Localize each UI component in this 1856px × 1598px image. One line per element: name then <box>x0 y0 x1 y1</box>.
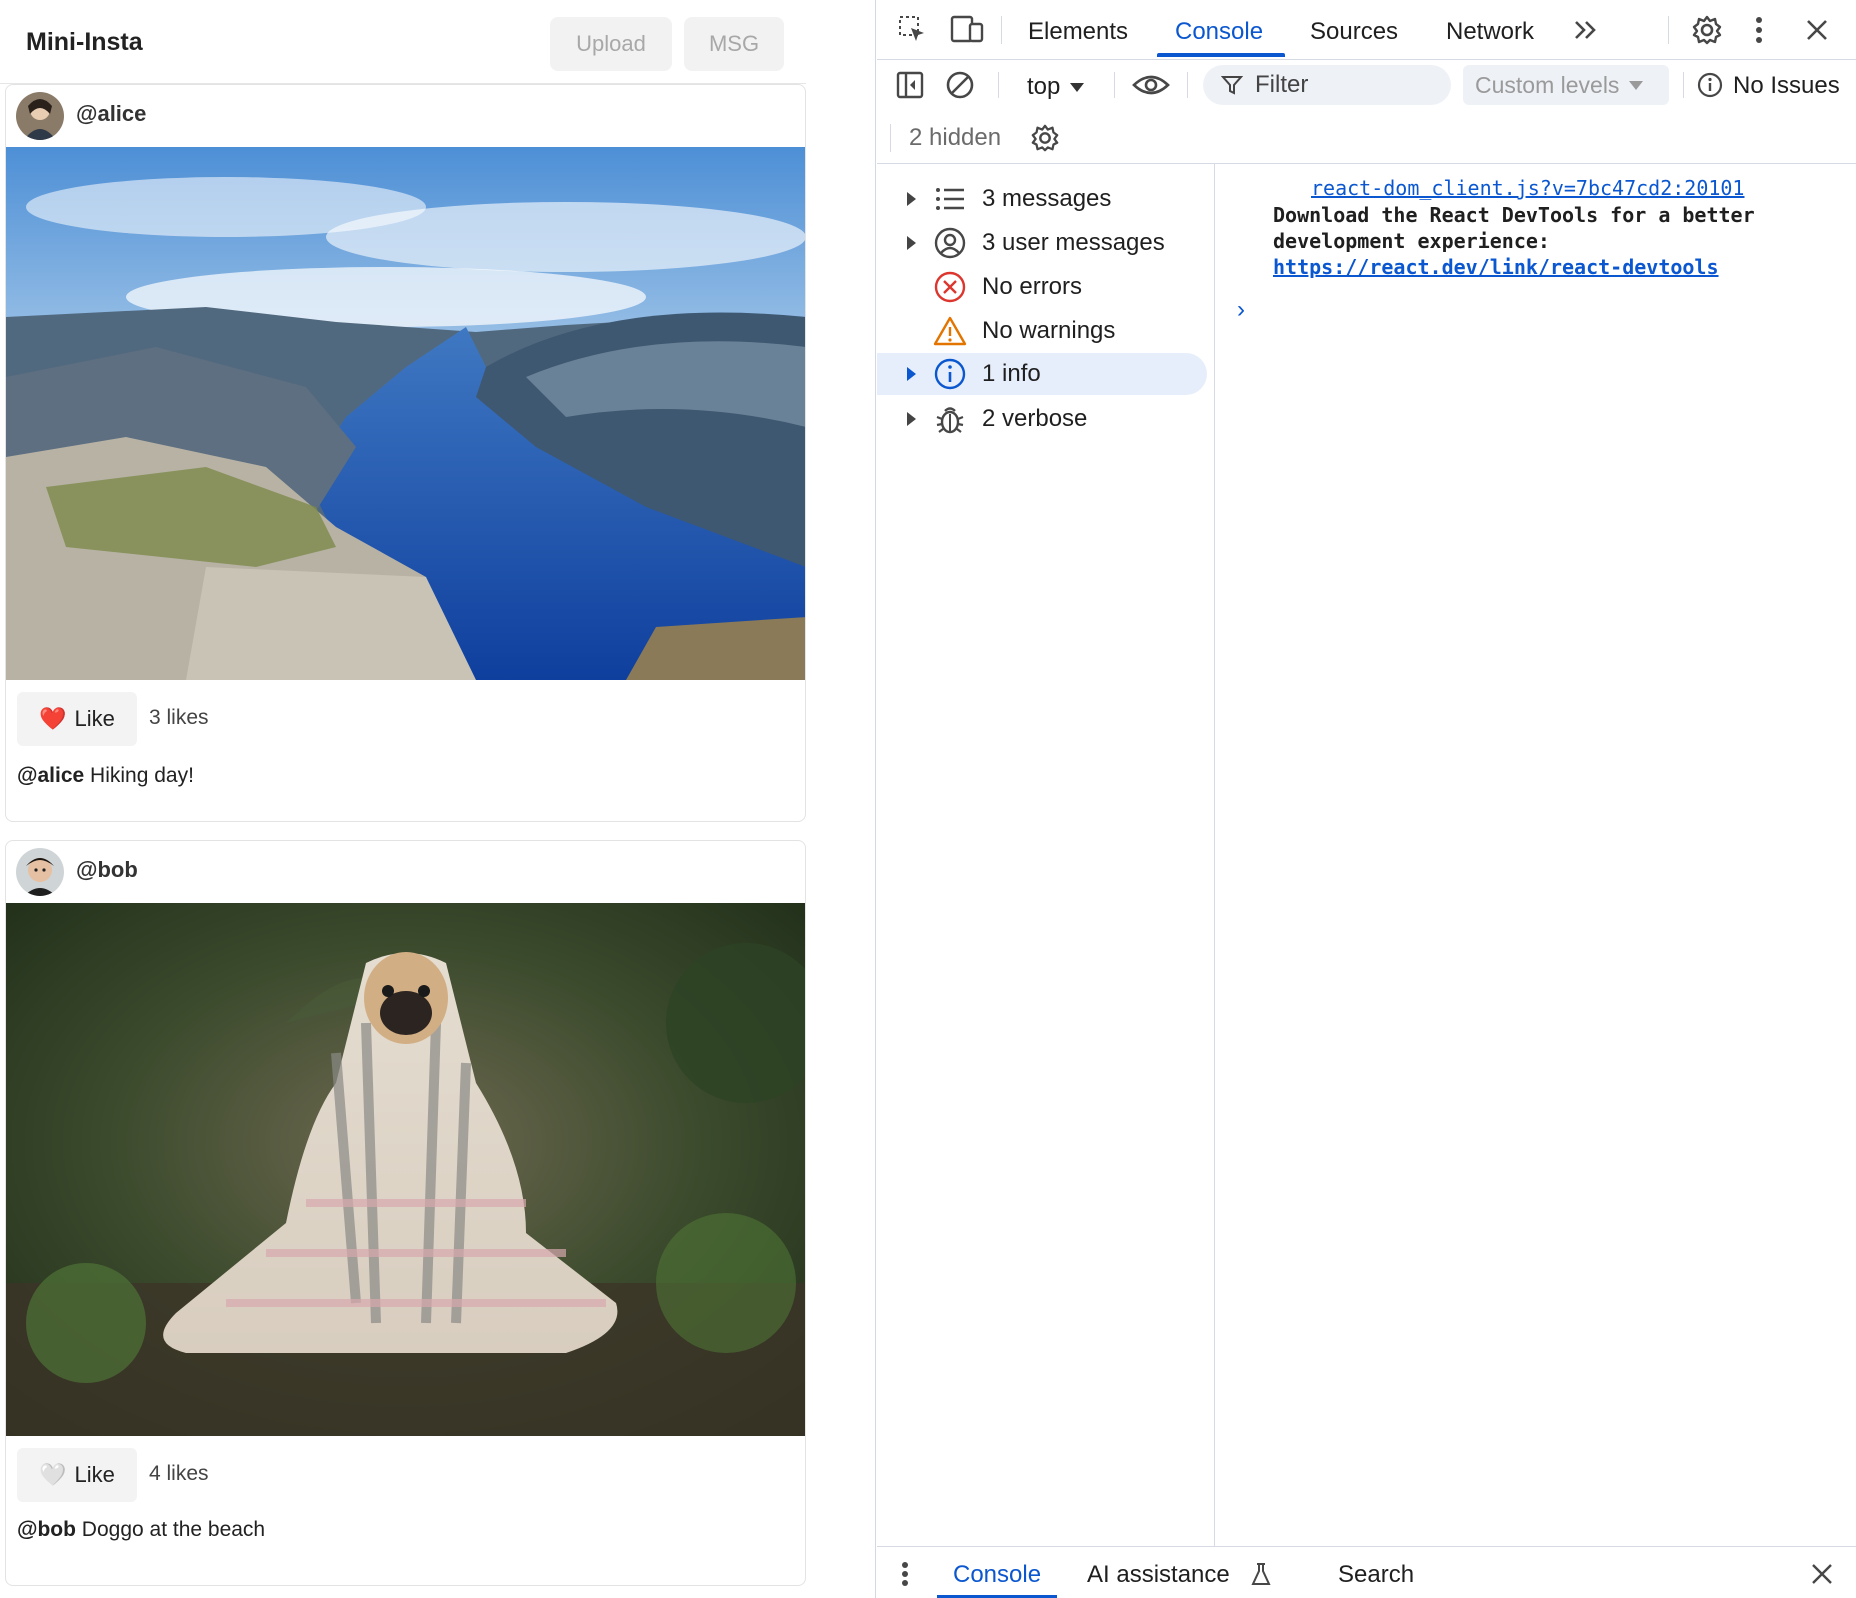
info-icon[interactable] <box>1695 70 1725 100</box>
avatar[interactable] <box>16 848 64 896</box>
tab-sources[interactable]: Sources <box>1310 18 1398 46</box>
sidebar-item-messages[interactable]: 3 messages <box>877 178 1207 220</box>
console-message: Download the React DevTools for a better… <box>1273 202 1843 280</box>
post-username[interactable]: @alice <box>76 101 146 127</box>
inspect-element-icon[interactable] <box>895 12 929 46</box>
live-expression-eye-icon[interactable] <box>1131 68 1171 102</box>
list-icon <box>933 182 967 216</box>
dropdown-arrow-icon <box>1629 80 1644 90</box>
message-line: development experience: <box>1273 229 1550 253</box>
post-photo[interactable] <box>6 147 805 680</box>
filter-placeholder: Filter <box>1255 71 1309 98</box>
caption-text: Doggo at the beach <box>75 1518 266 1541</box>
post-header: @bob <box>6 841 805 903</box>
sidebar-item-label: 3 messages <box>982 185 1112 212</box>
issues-counter[interactable]: No Issues <box>1733 72 1840 100</box>
console-settings-gear-icon[interactable] <box>1027 120 1063 156</box>
tab-console[interactable]: Console <box>1175 18 1263 46</box>
like-button[interactable]: 🤍 Like <box>17 1448 137 1502</box>
more-options-icon[interactable] <box>1747 12 1771 48</box>
post-card: @bob 🤍 Like 4 likes @bob Doggo at the be… <box>5 840 806 1586</box>
app-title: Mini-Insta <box>26 28 143 56</box>
expand-arrow-icon <box>907 367 916 381</box>
heart-icon: ❤️ <box>39 706 67 731</box>
upload-button[interactable]: Upload <box>550 17 672 71</box>
filter-icon <box>1221 76 1243 95</box>
drawer-tabbar: Console AI assistance Search <box>877 1546 1856 1598</box>
console-toolbar: top Filter Custom levels No Issues 2 hid… <box>877 60 1856 164</box>
msg-button[interactable]: MSG <box>684 17 784 71</box>
expand-arrow-icon <box>907 236 916 250</box>
post-username[interactable]: @bob <box>76 857 138 883</box>
expand-arrow-icon <box>907 412 916 426</box>
sidebar-item-label: 2 verbose <box>982 405 1088 432</box>
close-drawer-icon[interactable] <box>1807 1559 1837 1589</box>
context-select[interactable]: top <box>1027 69 1085 105</box>
drawer-menu-icon[interactable] <box>895 1559 915 1589</box>
devtools-panel: Elements Console Sources Network top Fil… <box>877 0 1856 1598</box>
sidebar-item-label: No errors <box>982 273 1083 300</box>
sidebar-item-label: 1 info <box>982 360 1041 387</box>
expand-arrow-icon <box>907 192 916 206</box>
post-caption: @alice Hiking day! <box>17 764 194 788</box>
like-label: Like <box>74 706 115 731</box>
settings-gear-icon[interactable] <box>1689 12 1725 48</box>
log-levels-select[interactable]: Custom levels <box>1463 65 1669 105</box>
bug-icon <box>933 402 967 436</box>
sidebar-item-label: No warnings <box>982 317 1116 344</box>
levels-label: Custom levels <box>1475 71 1620 98</box>
info-icon <box>933 357 967 391</box>
user-circle-icon <box>933 226 967 260</box>
close-icon[interactable] <box>1799 12 1835 48</box>
console-output: react-dom_client.js?v=7bc47cd2:20101 Dow… <box>1215 164 1856 1546</box>
sidebar-toggle-icon[interactable] <box>893 68 927 102</box>
context-value: top <box>1027 73 1061 100</box>
tab-network[interactable]: Network <box>1446 18 1534 46</box>
caption-username[interactable]: @alice <box>17 764 84 787</box>
message-line: Download the React DevTools for a better <box>1273 203 1755 227</box>
filter-input[interactable]: Filter <box>1203 65 1451 105</box>
post-caption: @bob Doggo at the beach <box>17 1518 265 1542</box>
source-link[interactable]: react-dom_client.js?v=7bc47cd2:20101 <box>1311 176 1744 200</box>
warning-icon <box>933 314 967 348</box>
tab-elements[interactable]: Elements <box>1028 18 1128 46</box>
sidebar-item-errors[interactable]: No errors <box>877 266 1207 308</box>
sidebar-item-warnings[interactable]: No warnings <box>877 310 1207 352</box>
console-sidebar: 3 messages 3 user messages No errors No … <box>877 164 1215 1546</box>
like-button[interactable]: ❤️ Like <box>17 692 137 746</box>
avatar[interactable] <box>16 92 64 140</box>
post-photo[interactable] <box>6 903 805 1436</box>
hidden-count: 2 hidden <box>909 124 1002 151</box>
devtools-tabbar: Elements Console Sources Network <box>877 0 1856 60</box>
heart-outline-icon: 🤍 <box>39 1462 67 1487</box>
drawer-tab-console[interactable]: Console <box>953 1561 1041 1589</box>
device-toolbar-icon[interactable] <box>949 12 985 46</box>
like-count: 4 likes <box>149 1462 209 1485</box>
sidebar-item-verbose[interactable]: 2 verbose <box>877 398 1207 440</box>
post-header: @alice <box>6 85 805 147</box>
sidebar-item-label: 3 user messages <box>982 229 1165 256</box>
clear-console-icon[interactable] <box>943 68 977 102</box>
like-label: Like <box>74 1462 115 1487</box>
more-tabs-icon[interactable] <box>1569 14 1603 46</box>
sidebar-item-user-messages[interactable]: 3 user messages <box>877 222 1207 264</box>
app-header: Mini-Insta Upload MSG <box>0 0 806 84</box>
drawer-tab-search[interactable]: Search <box>1338 1561 1414 1589</box>
devtools-link[interactable]: https://react.dev/link/react-devtools <box>1273 255 1719 279</box>
active-tab-indicator <box>1157 53 1285 57</box>
app-panel: Mini-Insta Upload MSG @alice ❤️ Like 3 l… <box>0 0 876 1598</box>
caption-username[interactable]: @bob <box>17 1518 76 1541</box>
caption-text: Hiking day! <box>84 764 194 787</box>
post-card: @alice ❤️ Like 3 likes @alice Hiking day… <box>5 84 806 822</box>
sidebar-item-info[interactable]: 1 info <box>877 353 1207 395</box>
dropdown-arrow-icon <box>1070 82 1085 92</box>
flask-icon <box>1249 1561 1273 1587</box>
console-prompt-chevron-icon[interactable]: › <box>1237 296 1245 324</box>
like-count: 3 likes <box>149 706 209 729</box>
error-icon <box>933 270 967 304</box>
drawer-tab-ai-assistance[interactable]: AI assistance <box>1087 1561 1230 1589</box>
